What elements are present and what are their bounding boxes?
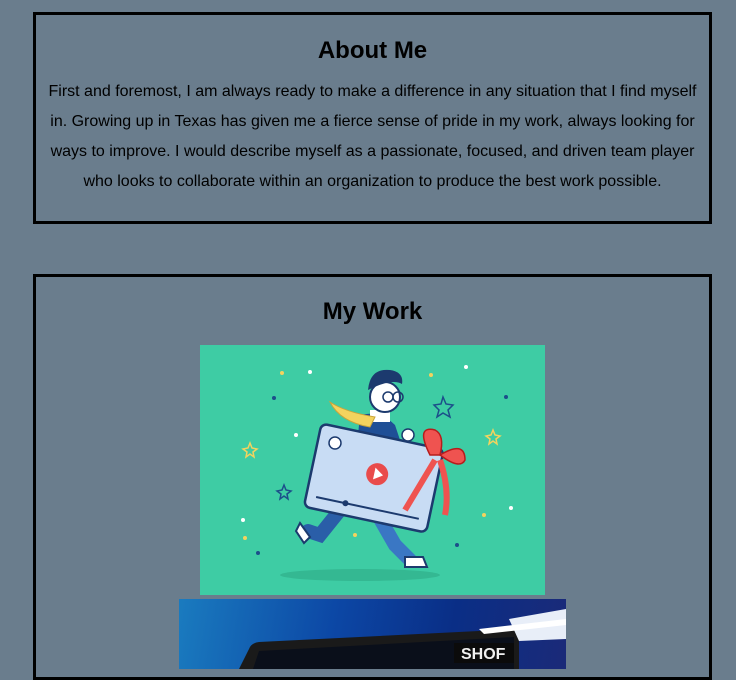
svg-text:SHOF: SHOF — [461, 646, 506, 663]
work-section: My Work SHOF — [33, 274, 712, 680]
work-image-monitor: SHOF — [179, 599, 566, 669]
about-section: About Me First and foremost, I am always… — [33, 12, 712, 224]
work-title: My Work — [322, 298, 423, 325]
about-text: First and foremost, I am always ready to… — [48, 83, 697, 190]
video-gift-illustration-icon — [241, 365, 513, 581]
computer-monitor-illustration-icon: SHOF — [239, 609, 566, 669]
work-image-video-gift — [200, 345, 545, 595]
about-title: About Me — [317, 37, 428, 64]
